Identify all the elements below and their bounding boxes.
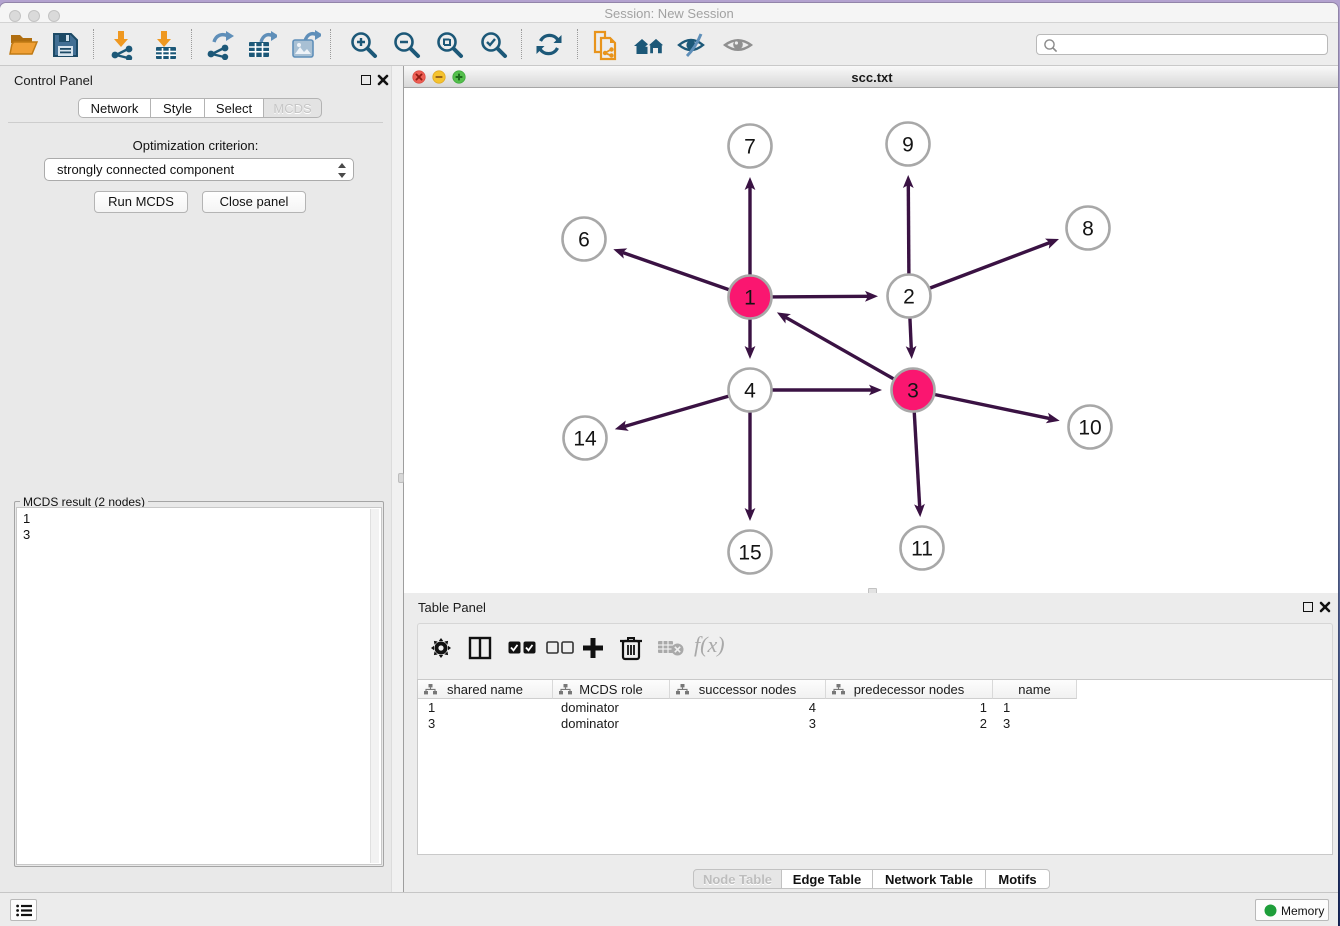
svg-text:11: 11 [911,538,933,561]
svg-text:9: 9 [902,134,914,157]
svg-text:4: 4 [744,380,756,403]
svg-text:3: 3 [907,380,919,403]
svg-text:10: 10 [1078,417,1101,440]
svg-text:14: 14 [573,428,597,451]
svg-text:7: 7 [744,136,756,159]
svg-text:8: 8 [1082,218,1094,241]
svg-text:15: 15 [738,542,761,565]
svg-text:6: 6 [578,229,590,252]
svg-text:2: 2 [903,286,915,309]
svg-text:1: 1 [744,287,756,310]
